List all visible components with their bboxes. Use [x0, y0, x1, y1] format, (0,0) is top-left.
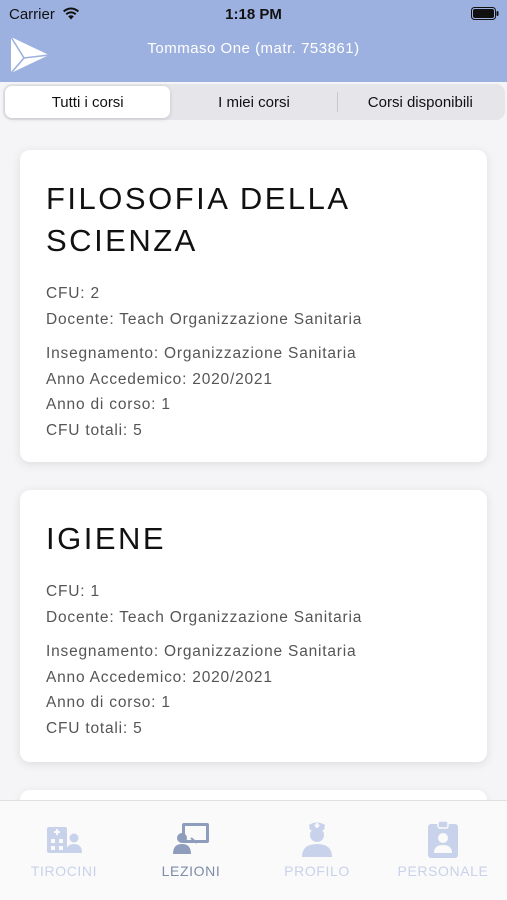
tab-personale[interactable]: PERSONALE: [380, 819, 506, 889]
course-teacher: Docente: Teach Organizzazione Sanitaria: [46, 608, 363, 626]
course-subject: Insegnamento: Organizzazione Sanitaria: [46, 643, 357, 660]
course-academic-year: Anno Accedemico: 2020/2021: [46, 370, 273, 388]
teacher-board-icon: [173, 823, 209, 854]
id-badge-icon: [428, 820, 458, 858]
battery-icon: [471, 7, 499, 20]
course-filter-segmented-control: Tutti i corsi I miei corsi Corsi disponi…: [3, 84, 505, 120]
course-title: FILOSOFIA DELLA SCIENZA: [46, 181, 349, 258]
status-time: 1:18 PM: [225, 6, 282, 23]
user-name: Tommaso One (matr. 753861): [147, 40, 360, 57]
course-title: IGIENE: [46, 521, 167, 556]
course-academic-year: Anno Accedemico: 2020/2021: [46, 668, 273, 686]
course-total-cfu: CFU totali: 5: [46, 421, 143, 439]
course-cfu: CFU: 1: [46, 583, 100, 600]
course-year: Anno di corso: 1: [46, 396, 171, 413]
tab-label: PERSONALE: [397, 863, 489, 879]
course-cfu: CFU: 2: [46, 285, 100, 302]
tab-label: LEZIONI: [161, 863, 221, 879]
course-card[interactable]: FILOSOFIA DELLA SCIENZA CFU: 2 Docente: …: [20, 150, 487, 462]
tab-profilo[interactable]: PROFILO: [254, 819, 380, 889]
course-teacher: Docente: Teach Organizzazione Sanitaria: [46, 310, 363, 328]
tab-label: TIROCINI: [30, 863, 98, 879]
status-bar: Carrier 1:18 PM: [0, 0, 507, 30]
tab-bar: TIROCINI LEZIONI PROFILO PERSONALE: [0, 800, 507, 900]
hospital-icon: [47, 827, 82, 853]
segment-i-miei-corsi[interactable]: I miei corsi: [171, 86, 336, 118]
course-total-cfu: CFU totali: 5: [46, 719, 143, 737]
app-header: Carrier 1:18 PM Tommaso One (matr. 75386…: [0, 0, 507, 82]
course-card[interactable]: IGIENE CFU: 1 Docente: Teach Organizzazi…: [20, 490, 487, 762]
tab-label: PROFILO: [284, 863, 350, 879]
tab-lezioni[interactable]: LEZIONI: [128, 819, 254, 889]
nurse-icon: [302, 822, 332, 857]
segment-corsi-disponibili[interactable]: Corsi disponibili: [338, 86, 503, 118]
segment-tutti-i-corsi[interactable]: Tutti i corsi: [5, 86, 171, 118]
course-year: Anno di corso: 1: [46, 694, 171, 711]
course-subject: Insegnamento: Organizzazione Sanitaria: [46, 345, 357, 362]
app-screen: Carrier 1:18 PM Tommaso One (matr. 75386…: [0, 0, 507, 900]
tab-tirocini[interactable]: TIROCINI: [1, 819, 127, 889]
